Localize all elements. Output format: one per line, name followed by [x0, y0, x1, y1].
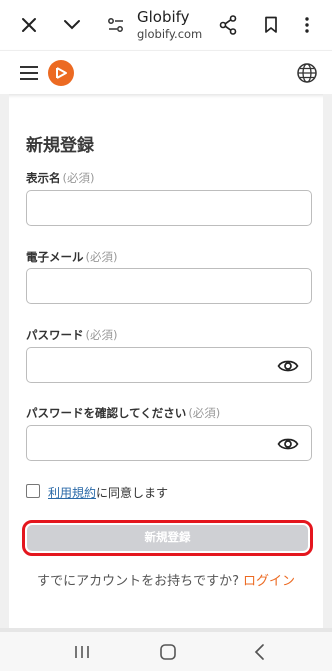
terms-agreement: 利用規約に同意します: [48, 484, 168, 501]
display-name-label: 表示名 (必須): [26, 170, 94, 186]
field-label: 表示名: [26, 171, 61, 185]
terms-link[interactable]: 利用規約: [48, 486, 96, 500]
android-nav-bar: [0, 632, 332, 671]
site-header: [0, 50, 332, 94]
display-name-input[interactable]: [26, 190, 312, 226]
menu-icon[interactable]: [18, 63, 40, 83]
back-icon[interactable]: [250, 642, 270, 662]
email-label: 電子メール (必須): [26, 249, 117, 265]
required-tag: (必須): [85, 250, 118, 264]
terms-checkbox[interactable]: [26, 484, 40, 498]
field-label: 電子メール: [26, 250, 84, 264]
home-icon[interactable]: [158, 642, 178, 662]
share-icon[interactable]: [215, 12, 241, 38]
field-label: パスワードを確認してください: [26, 406, 187, 420]
bookmark-icon[interactable]: [258, 12, 284, 38]
url-block[interactable]: Globify globify.com: [137, 8, 202, 42]
password-input[interactable]: [26, 347, 312, 383]
field-label: パスワード: [26, 328, 84, 342]
chevron-down-icon[interactable]: [59, 12, 85, 38]
required-tag: (必須): [62, 171, 95, 185]
show-confirm-password-eye-icon[interactable]: [277, 434, 299, 454]
globify-logo[interactable]: [48, 60, 74, 86]
confirm-password-input[interactable]: [26, 425, 312, 461]
login-prompt: すでにアカウントをお持ちですか? ログイン: [0, 570, 332, 589]
left-gutter: [0, 94, 9, 630]
close-icon[interactable]: [16, 12, 42, 38]
required-tag: (必須): [85, 328, 118, 342]
login-link[interactable]: ログイン: [243, 574, 295, 589]
login-prompt-text: すでにアカウントをお持ちですか?: [36, 574, 239, 589]
globe-icon[interactable]: [296, 62, 318, 84]
password-label: パスワード (必須): [26, 327, 117, 343]
more-menu-icon[interactable]: [294, 12, 320, 38]
required-tag: (必須): [188, 406, 221, 420]
browser-toolbar: Globify globify.com: [0, 0, 332, 50]
page-title: 新規登録: [26, 136, 94, 156]
confirm-password-label: パスワードを確認してください (必須): [26, 405, 220, 421]
right-gutter: [323, 94, 332, 630]
email-input[interactable]: [26, 268, 312, 304]
terms-agree-text: に同意します: [96, 486, 169, 500]
site-url: globify.com: [137, 27, 203, 41]
show-password-eye-icon[interactable]: [277, 356, 299, 376]
register-button[interactable]: 新規登録: [27, 525, 308, 551]
recents-icon[interactable]: [72, 642, 92, 662]
site-settings-icon[interactable]: [103, 12, 129, 38]
site-title: Globify: [137, 8, 190, 26]
